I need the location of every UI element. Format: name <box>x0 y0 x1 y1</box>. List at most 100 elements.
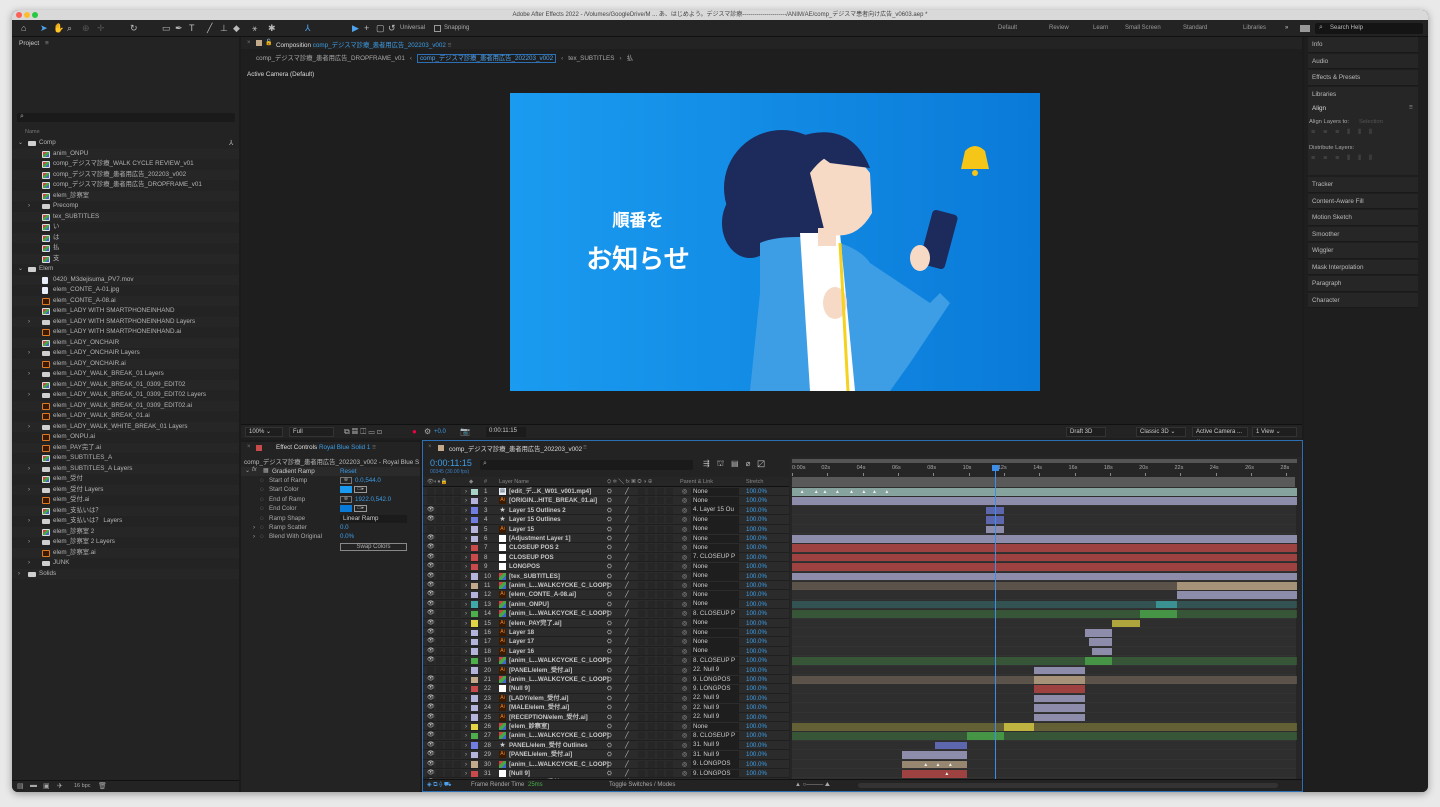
layer-switch[interactable] <box>648 582 655 589</box>
chevron-right-icon[interactable]: › <box>465 713 467 722</box>
toggle-switches-modes-button[interactable]: Toggle Switches / Modes <box>609 780 675 791</box>
stopwatch-icon[interactable]: ◌ <box>260 514 264 523</box>
solo-toggle[interactable] <box>445 666 452 674</box>
project-item[interactable]: elem_診察室 2 <box>12 526 239 537</box>
project-item[interactable]: › JUNK <box>12 558 239 569</box>
label-color[interactable] <box>471 638 478 646</box>
project-item[interactable]: anim_ONPU <box>12 148 239 159</box>
shy-switch-icon[interactable]: ⛭ <box>607 713 612 722</box>
chevron-right-icon[interactable]: › <box>465 675 467 684</box>
chevron-right-icon[interactable]: › <box>465 572 467 581</box>
layer-switch[interactable] <box>648 676 655 683</box>
label-color[interactable] <box>471 714 478 721</box>
layer-switch[interactable] <box>638 610 645 618</box>
solo-toggle[interactable] <box>445 732 452 740</box>
panel-menu-icon[interactable]: ≡ <box>45 40 49 47</box>
lock-toggle[interactable] <box>454 544 461 552</box>
layer-row[interactable]: 👁 › 17 Ai Layer 17 ⛭ ╱ ◎ None 100.0% <box>423 637 789 647</box>
audio-toggle[interactable] <box>436 506 443 514</box>
chevron-right-icon[interactable]: › <box>465 647 467 656</box>
stretch-value[interactable]: 100.0% <box>746 628 767 637</box>
layer-row[interactable]: 👁 › 6 [Adjustment Layer 1] ⛭ ╱ ◎ None 100.0% <box>423 534 789 544</box>
audio-toggle[interactable] <box>436 647 443 655</box>
solo-toggle[interactable] <box>445 676 452 683</box>
time-ruler[interactable]: 0:00s 02s 04s 06s 08s 10s 12s 14s 16s 18s 20s 22s 24… <box>790 464 1302 476</box>
label-color[interactable] <box>471 657 478 665</box>
pickwhip-icon[interactable]: ◎ <box>682 506 687 515</box>
color-swatch[interactable] <box>340 505 352 513</box>
parent-dropdown[interactable]: 9. LONGPOS <box>691 675 739 684</box>
layer-switch[interactable] <box>666 516 673 524</box>
layer-switch[interactable] <box>666 657 673 665</box>
audio-toggle[interactable] <box>436 713 443 721</box>
eye-icon[interactable]: 👁 <box>427 694 435 703</box>
layer-name[interactable]: CLOSEUP POS 2 <box>509 543 559 552</box>
workspace-tab-small-screen[interactable]: Small Screen <box>1125 25 1161 31</box>
layer-name[interactable]: [anim_L...WALKCYCKE_C_LOOP] <box>509 656 609 665</box>
pickwhip-icon[interactable]: ◎ <box>682 760 687 769</box>
shy-switch-icon[interactable]: ⛭ <box>607 647 612 656</box>
lock-toggle[interactable] <box>454 751 461 759</box>
shy-switch-icon[interactable]: ⛭ <box>607 515 612 524</box>
label-color[interactable] <box>471 667 478 674</box>
project-item[interactable]: comp_デジスマ診療_患者用広告_202203_v002 <box>12 169 239 180</box>
eye-icon[interactable]: 👁 <box>427 675 435 684</box>
chevron-right-icon[interactable]: › <box>465 684 467 693</box>
timeline-scrollbar[interactable] <box>858 783 1278 788</box>
layer-switch[interactable] <box>657 647 664 655</box>
shy-switch-icon[interactable]: ⛭ <box>607 487 612 496</box>
solo-toggle[interactable] <box>445 638 452 646</box>
layer-row[interactable]: 👁 › 31 [Null 9] ⛭ ╱ ◎ 9. LONGPOS 100.0% <box>423 769 789 779</box>
layer-row[interactable]: › 20 Ai [PANEL/elem_受付.ai] ⛭ ╱ ◎ 22. Null 9 100.… <box>423 665 789 675</box>
layer-row[interactable]: 👁 › 10 [tex_SUBTITLES] ⛭ ╱ ◎ None 100.0% <box>423 571 789 581</box>
project-item[interactable]: elem_ONPU.ai <box>12 432 239 443</box>
right-panel-audio[interactable]: Audio <box>1308 53 1418 69</box>
shy-switch-icon[interactable]: ⛭ <box>607 590 612 599</box>
brush-tool-icon[interactable]: ╱ <box>207 23 212 34</box>
layer-switch[interactable] <box>657 713 664 721</box>
label-color[interactable] <box>471 554 478 561</box>
parent-dropdown[interactable]: 8. CLOSEUP P <box>691 731 739 740</box>
layer-switch[interactable] <box>648 629 655 636</box>
layer-name[interactable]: Layer 15 Outlines 2 <box>509 506 566 515</box>
audio-toggle[interactable] <box>436 544 443 552</box>
layer-duration-bar[interactable] <box>1033 713 1086 722</box>
layer-switch[interactable] <box>666 741 673 749</box>
solo-toggle[interactable] <box>445 704 452 712</box>
align-buttons[interactable]: ≡≡≡⫴⫴⫴ <box>1311 129 1380 137</box>
pickwhip-icon[interactable]: ◎ <box>682 741 687 750</box>
pickwhip-icon[interactable]: ◎ <box>682 590 687 599</box>
pickwhip-icon[interactable]: ◎ <box>682 647 687 656</box>
chevron-right-icon[interactable]: › <box>465 590 467 599</box>
parent-dropdown[interactable]: None <box>691 487 739 496</box>
eye-icon[interactable]: 👁 <box>427 619 435 628</box>
layer-name[interactable]: [anim_L...WALKCYCKE_C_LOOP] <box>509 760 609 769</box>
project-item[interactable]: › elem_SUBTITLES_A Layers <box>12 463 239 474</box>
rotate-view-icon[interactable]: ↺ <box>388 23 396 34</box>
stretch-value[interactable]: 100.0% <box>746 637 767 646</box>
layer-switch[interactable] <box>638 732 645 740</box>
solo-toggle[interactable] <box>445 506 452 514</box>
visibility-toggle[interactable] <box>427 525 434 533</box>
audio-toggle[interactable] <box>436 591 443 599</box>
stretch-value[interactable]: 100.0% <box>746 496 767 505</box>
solo-toggle[interactable] <box>445 553 452 561</box>
quality-switch-icon[interactable]: ╱ <box>625 496 629 505</box>
layer-switch[interactable] <box>657 572 664 580</box>
label-color[interactable] <box>471 751 478 759</box>
breadcrumb-item[interactable]: comp_デジスマ診療_患者用広告_DROPFRAME_v01 <box>256 55 405 62</box>
eye-icon[interactable]: 👁 <box>427 769 435 778</box>
parent-dropdown[interactable]: None <box>691 581 739 590</box>
layer-name[interactable]: [LADY/elem_受付.ai] <box>509 694 568 703</box>
right-panel-libraries[interactable]: Libraries <box>1308 86 1418 102</box>
chevron-right-icon[interactable]: › <box>465 600 467 609</box>
layer-switch[interactable] <box>657 506 664 514</box>
quality-switch-icon[interactable]: ╱ <box>625 760 629 769</box>
property-value[interactable]: 0.0,544.0 <box>355 476 381 485</box>
layer-switch[interactable] <box>666 723 673 730</box>
layer-switch[interactable] <box>666 638 673 646</box>
layer-switch[interactable] <box>666 525 673 533</box>
audio-toggle[interactable] <box>436 676 443 683</box>
layer-duration-bar[interactable] <box>1111 619 1140 628</box>
layer-row[interactable]: › 1 ▤ [edit_デ...K_W01_v001.mp4] ⛭ ╱ ◎ None 100.0… <box>423 487 789 497</box>
